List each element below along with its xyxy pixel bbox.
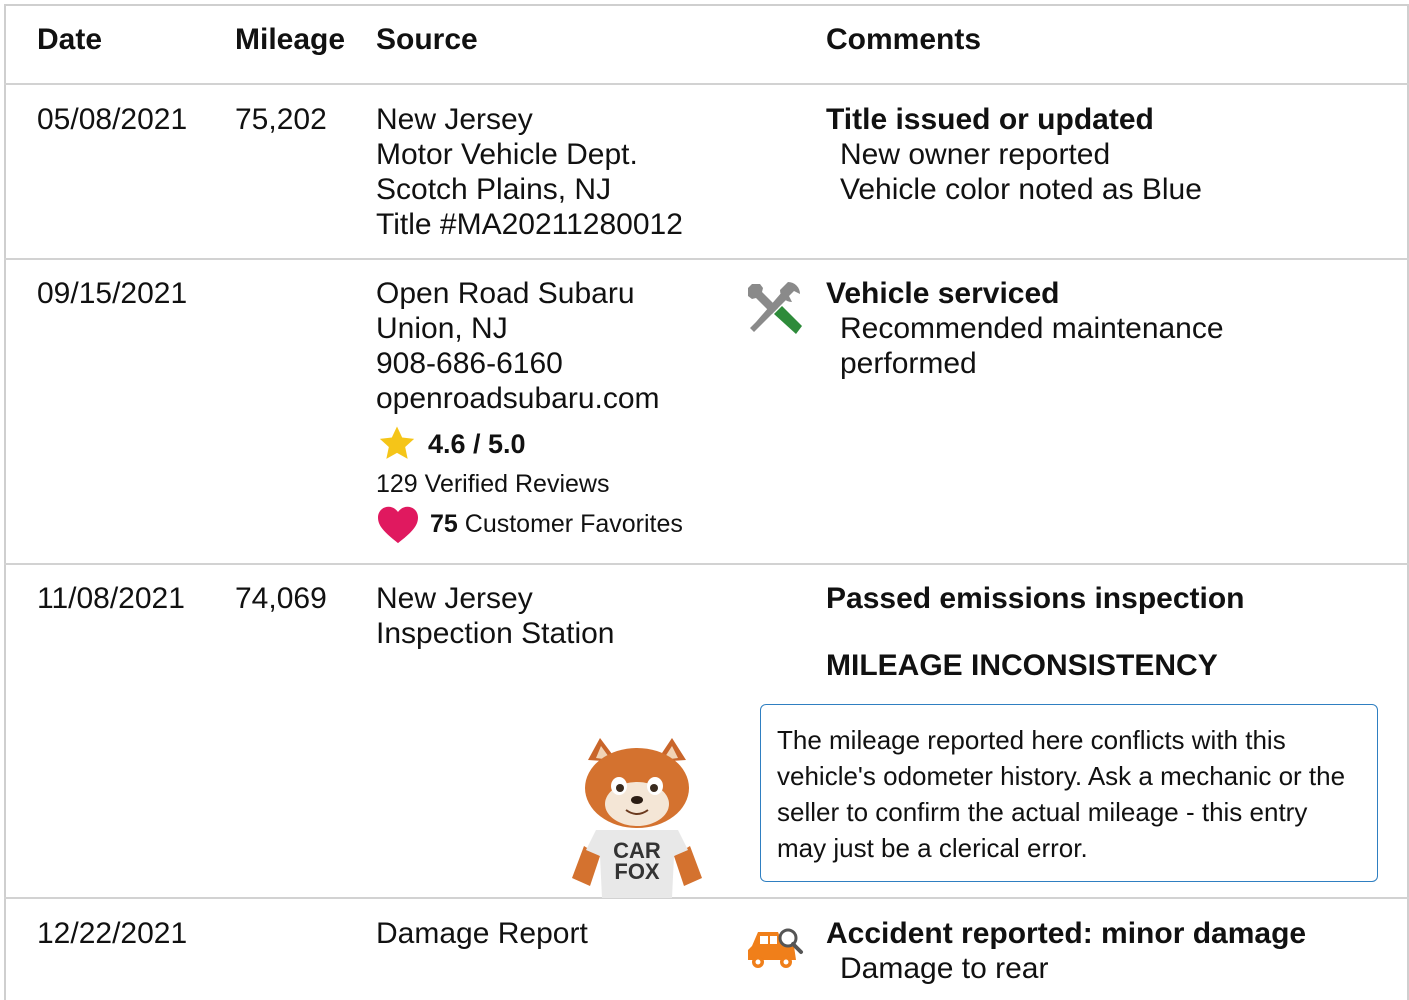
- row-source: New Jersey Motor Vehicle Dept. Scotch Pl…: [376, 102, 683, 242]
- heart-icon: [378, 506, 418, 544]
- source-line: New Jersey: [376, 103, 533, 136]
- dealer-rating: 4.6 / 5.0: [376, 424, 526, 464]
- car-damage-search-icon: [748, 928, 803, 968]
- row-date: 05/08/2021: [37, 103, 188, 136]
- comment-title: Accident reported: minor damage: [826, 917, 1307, 950]
- favorites-text: 75 Customer Favorites: [430, 509, 683, 539]
- mileage-inconsistency-title: MILEAGE INCONSISTENCY: [826, 649, 1218, 682]
- wrench-screwdriver-icon: [748, 282, 802, 334]
- header-comments: Comments: [826, 23, 982, 56]
- source-line: New Jersey: [376, 582, 533, 615]
- row-source: Open Road Subaru Union, NJ 908-686-6160 …: [376, 276, 660, 416]
- header-date: Date: [37, 23, 103, 56]
- comment-title: Vehicle serviced: [826, 277, 1060, 310]
- row-mileage: 74,069: [235, 582, 327, 615]
- dealer-location: Union, NJ: [376, 312, 508, 345]
- row-source: New Jersey Inspection Station: [376, 581, 615, 651]
- row-date: 11/08/2021: [37, 582, 185, 615]
- favorites-label: Customer Favorites: [464, 510, 683, 538]
- row-divider: [4, 83, 1409, 85]
- comment-line: Vehicle color noted as Blue: [840, 173, 1202, 206]
- row-date: 12/22/2021: [37, 917, 188, 950]
- mascot-shirt-line: FOX: [614, 859, 660, 884]
- source-line: Title #MA20211280012: [376, 208, 683, 241]
- comment-line: Recommended maintenance: [840, 312, 1224, 345]
- dealer-phone: 908-686-6160: [376, 347, 563, 380]
- row-comments: Title issued or updated New owner report…: [826, 102, 1202, 207]
- row-divider: [4, 563, 1409, 565]
- header-source: Source: [376, 23, 478, 56]
- source-line: Inspection Station: [376, 617, 615, 650]
- row-divider: [4, 258, 1409, 260]
- row-comments: Accident reported: minor damage Damage t…: [826, 916, 1306, 986]
- favorites-count: 75: [430, 510, 458, 538]
- rating-value: 4.6 / 5.0: [428, 429, 526, 459]
- comment-title: Passed emissions inspection: [826, 582, 1245, 615]
- dealer-website[interactable]: openroadsubaru.com: [376, 381, 660, 416]
- comment-line: performed: [840, 347, 977, 380]
- source-line: Scotch Plains, NJ: [376, 173, 612, 206]
- verified-reviews[interactable]: 129 Verified Reviews: [376, 469, 609, 499]
- row-source: Damage Report: [376, 917, 588, 950]
- mileage-alert-box: The mileage reported here conflicts with…: [760, 704, 1378, 882]
- comment-line: New owner reported: [840, 138, 1111, 171]
- header-mileage: Mileage: [235, 23, 346, 56]
- row-mileage: 75,202: [235, 103, 327, 136]
- row-comments: Vehicle serviced Recommended maintenance…: [826, 276, 1224, 381]
- row-date: 09/15/2021: [37, 277, 188, 310]
- comment-title: Title issued or updated: [826, 103, 1154, 136]
- dealer-name: Open Road Subaru: [376, 277, 635, 310]
- source-line: Motor Vehicle Dept.: [376, 138, 638, 171]
- comment-line: Damage to rear: [840, 952, 1049, 985]
- carfox-mascot-icon: CAR FOX: [572, 738, 702, 898]
- customer-favorites: 75 Customer Favorites: [376, 504, 683, 544]
- star-icon: [379, 426, 415, 459]
